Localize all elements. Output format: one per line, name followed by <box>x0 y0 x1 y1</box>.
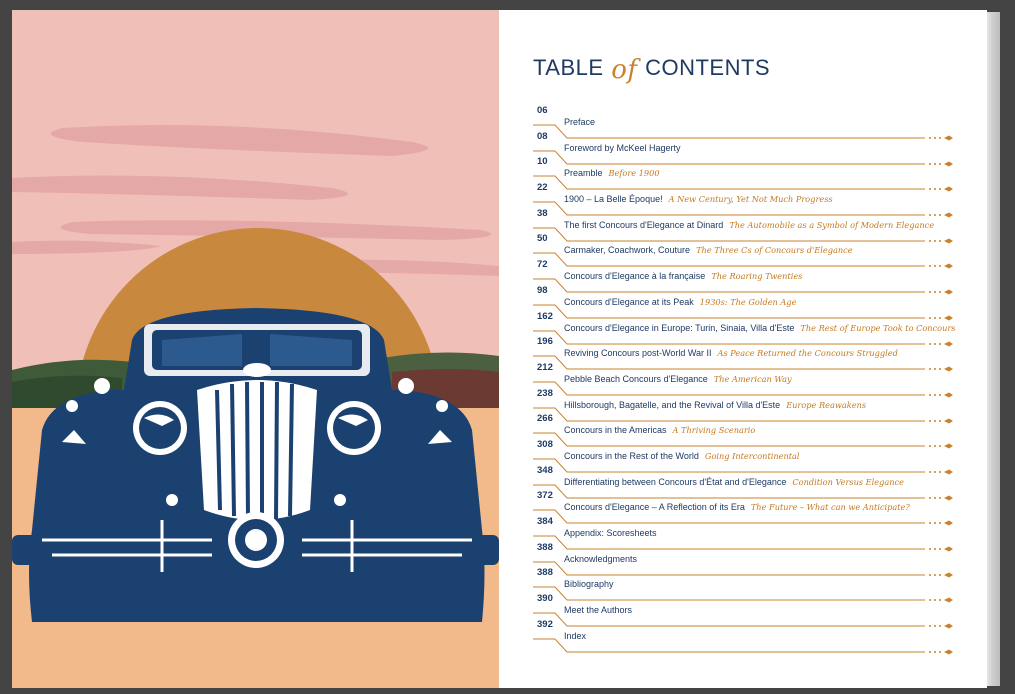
toc-title: 1900 – La Belle Époque! A New Century, Ye… <box>564 194 833 205</box>
toc-subtitle: Europe Reawakens <box>786 399 867 410</box>
toc-title: Meet the Authors <box>564 605 633 616</box>
toc-title: Concours d'Elegance in Europe: Turin, Si… <box>564 322 956 333</box>
toc-entry: 38 The first Concours d'Elegance at Dina… <box>533 208 953 244</box>
toc-title: Concours in the Americas A Thriving Scena… <box>564 425 756 436</box>
title-word-contents: CONTENTS <box>645 55 771 80</box>
toc-entry: 196 Reviving Concours post-World War II A… <box>533 336 953 372</box>
toc-title: Appendix: Scoresheets <box>564 528 657 538</box>
toc-entry: 390 Meet the Authors <box>533 593 953 629</box>
toc-entry: 384 Appendix: Scoresheets <box>533 516 953 552</box>
toc-title: Hillsborough, Bagatelle, and the Revival… <box>564 399 867 410</box>
toc-title: Concours in the Rest of the World Going I… <box>564 450 800 461</box>
toc-subtitle: The Three Cs of Concours d'Elegance <box>696 245 853 256</box>
toc-title: Bibliography <box>564 579 614 590</box>
toc-entry: 06 Preface <box>533 105 953 141</box>
toc-subtitle: Before 1900 <box>608 168 660 179</box>
toc-title: Preamble Before 1900 <box>564 168 660 179</box>
toc-title: Pebble Beach Concours d'Elegance The Amer… <box>564 373 792 384</box>
toc-entry: 212 Pebble Beach Concours d'Elegance The … <box>533 362 953 398</box>
toc-title: Foreword by McKeel Hagerty <box>564 142 681 153</box>
toc-title: Reviving Concours post-World War II As Pe… <box>564 348 898 359</box>
toc-entry: 238 Hillsborough, Bagatelle, and the Rev… <box>533 388 953 424</box>
title-word-of: of <box>611 55 638 85</box>
title-word-table: TABLE <box>533 55 604 80</box>
toc-subtitle: A Thriving Scenario <box>672 425 756 436</box>
toc-subtitle: Condition Versus Elegance <box>792 476 904 487</box>
cover-illustration-page <box>12 10 499 688</box>
toc-entry: 162 Concours d'Elegance in Europe: Turin… <box>533 311 956 346</box>
toc-title: Acknowledgments <box>564 553 638 564</box>
toc-subtitle: 1930s: The Golden Age <box>699 296 797 307</box>
toc-subtitle: As Peace Returned the Concours Struggled <box>717 348 898 359</box>
toc-entry: 10 Preamble Before 1900 <box>533 156 953 192</box>
toc-entry: 372 Concours d'Elegance – A Reflection o… <box>533 490 953 526</box>
table-of-contents-page: TABLE of CONTENTS 06 Preface 08 Foreword… <box>499 10 987 688</box>
toc-subtitle: Going Intercontinental <box>704 450 800 461</box>
page-title: TABLE of CONTENTS <box>533 52 771 85</box>
toc-title: The first Concours d'Elegance at Dinard T… <box>564 219 935 230</box>
toc-title: Preface <box>564 117 596 127</box>
toc-title: Concours d'Elegance – A Reflection of it… <box>564 502 910 513</box>
toc-title: Concours d'Elegance à la française The Ro… <box>564 271 803 282</box>
toc-subtitle: The American Way <box>713 373 792 384</box>
toc-entry: 50 Carmaker, Coachwork, Couture The Three… <box>533 233 953 269</box>
toc-entry: 72 Concours d'Elegance à la française The… <box>533 259 953 295</box>
toc-title: Concours d'Elegance at its Peak 1930s: Th… <box>564 296 797 307</box>
toc-subtitle: The Rest of Europe Took to Concours <box>800 322 956 333</box>
toc-entry: 392 Index <box>533 619 953 655</box>
toc-entry: 348 Differentiating between Concours d'É… <box>533 465 953 501</box>
toc-subtitle: The Automobile as a Symbol of Modern Ele… <box>729 219 935 230</box>
toc-list: 06 Preface 08 Foreword by McKeel Hagerty… <box>533 105 956 655</box>
leader-line-icon <box>533 638 953 655</box>
toc-entry: 308 Concours in the Rest of the World Goi… <box>533 439 953 475</box>
toc-entry: 22 1900 – La Belle Époque! A New Century,… <box>533 182 953 218</box>
toc-subtitle: The Future – What can we Anticipate? <box>750 502 910 513</box>
toc-subtitle: The Roaring Twenties <box>711 271 803 282</box>
toc-entry: 388 Bibliography <box>533 567 953 603</box>
page-stack-edge <box>987 12 1000 686</box>
toc-entry: 388 Acknowledgments <box>533 542 953 578</box>
book-spread: TABLE of CONTENTS 06 Preface 08 Foreword… <box>12 10 1000 688</box>
vintage-car-illustration <box>12 10 499 688</box>
toc-entry: 266 Concours in the Americas A Thriving S… <box>533 413 953 449</box>
toc-title: Index <box>564 630 587 641</box>
toc-title: Carmaker, Coachwork, Couture The Three Cs… <box>564 245 853 256</box>
toc-title: Differentiating between Concours d'État … <box>564 476 904 487</box>
toc-entry: 08 Foreword by McKeel Hagerty <box>533 131 953 167</box>
toc-entry: 98 Concours d'Elegance at its Peak 1930s:… <box>533 285 953 321</box>
toc-subtitle: A New Century, Yet Not Much Progress <box>668 194 833 205</box>
